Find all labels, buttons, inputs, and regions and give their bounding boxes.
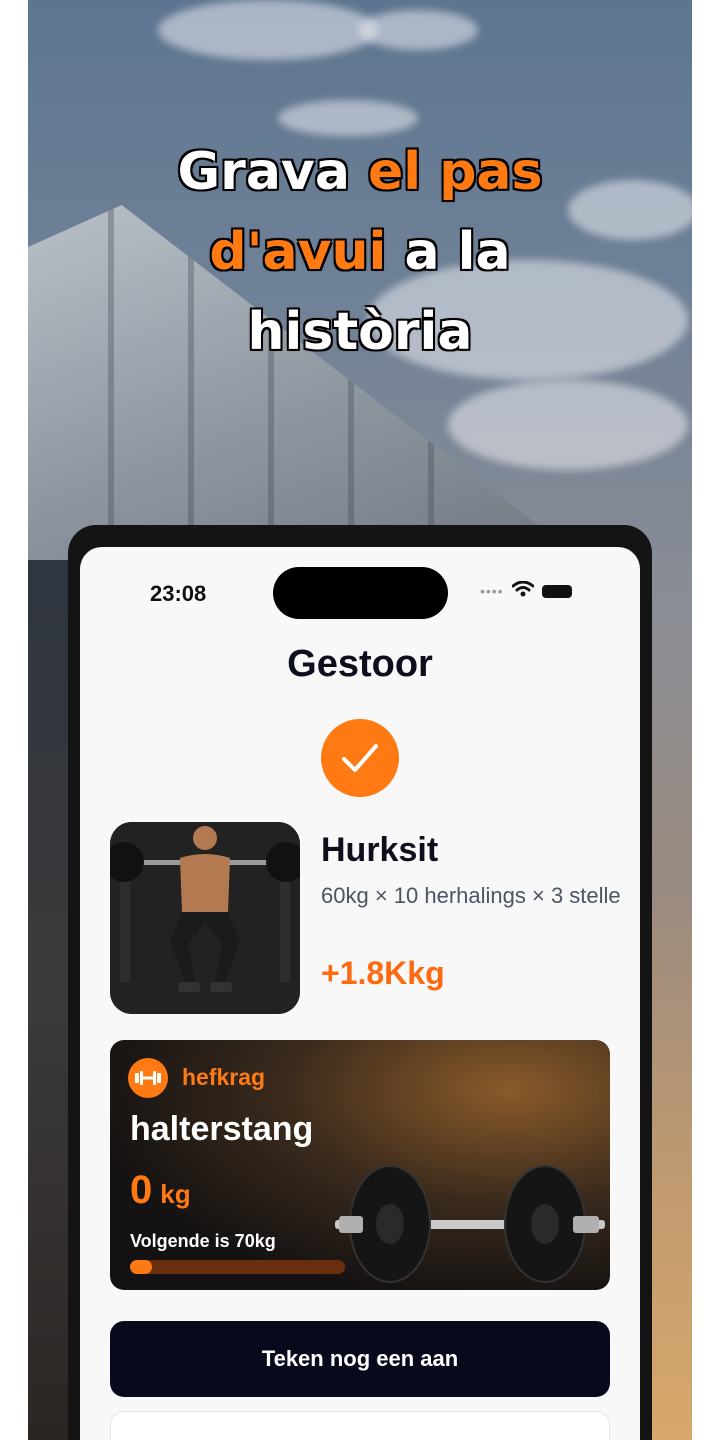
headline: Grava el pas d'avui a la història: [28, 132, 692, 372]
weight-unit: kg: [160, 1179, 191, 1209]
progress-bar: [130, 1260, 345, 1274]
exercise-details: 60kg × 10 herhalings × 3 stelle: [321, 883, 621, 908]
status-time: 23:08: [150, 581, 207, 606]
barbell-image: [335, 1165, 605, 1283]
battery-icon: [541, 584, 572, 598]
phone-screen: 23:08 •••• Gestoor Hurksit 60kg × 10 her…: [80, 547, 640, 1440]
log-another-button[interactable]: Teken nog een aan: [110, 1321, 610, 1397]
headline-part1: Grava: [177, 142, 369, 202]
background-photo: Grava el pas d'avui a la història 23:08 …: [28, 0, 692, 1440]
card-tag: hefkrag: [182, 1064, 266, 1090]
equipment-name: halterstang: [130, 1110, 314, 1148]
next-target-label: Volgende is 70kg: [130, 1231, 276, 1251]
exercise-gain: +1.8Kkg: [321, 955, 445, 991]
wifi-icon: [511, 580, 535, 602]
phone-mockup: 23:08 •••• Gestoor Hurksit 60kg × 10 her…: [68, 525, 652, 1440]
signal-dots-icon: ••••: [480, 583, 504, 599]
dynamic-island: [273, 567, 448, 619]
headline-part3: història: [247, 302, 473, 362]
headline-highlight2: d'avui: [209, 222, 387, 282]
progress-fill: [130, 1260, 152, 1274]
headline-part2: a la: [386, 222, 511, 282]
page-title: Gestoor: [287, 643, 433, 685]
weight-number: 0: [130, 1168, 153, 1212]
weight-value: 0 kg: [130, 1168, 191, 1213]
dumbbell-icon: [128, 1058, 168, 1098]
checkmark-icon: [321, 719, 399, 797]
exercise-thumbnail: [110, 822, 300, 1014]
exercise-name: Hurksit: [321, 831, 439, 869]
status-icons: ••••: [480, 580, 572, 602]
strength-card: hefkrag halterstang 0 kg Volgende is 70kg: [110, 1040, 610, 1290]
secondary-button[interactable]: [110, 1411, 610, 1440]
headline-highlight1: el pas: [368, 142, 543, 202]
